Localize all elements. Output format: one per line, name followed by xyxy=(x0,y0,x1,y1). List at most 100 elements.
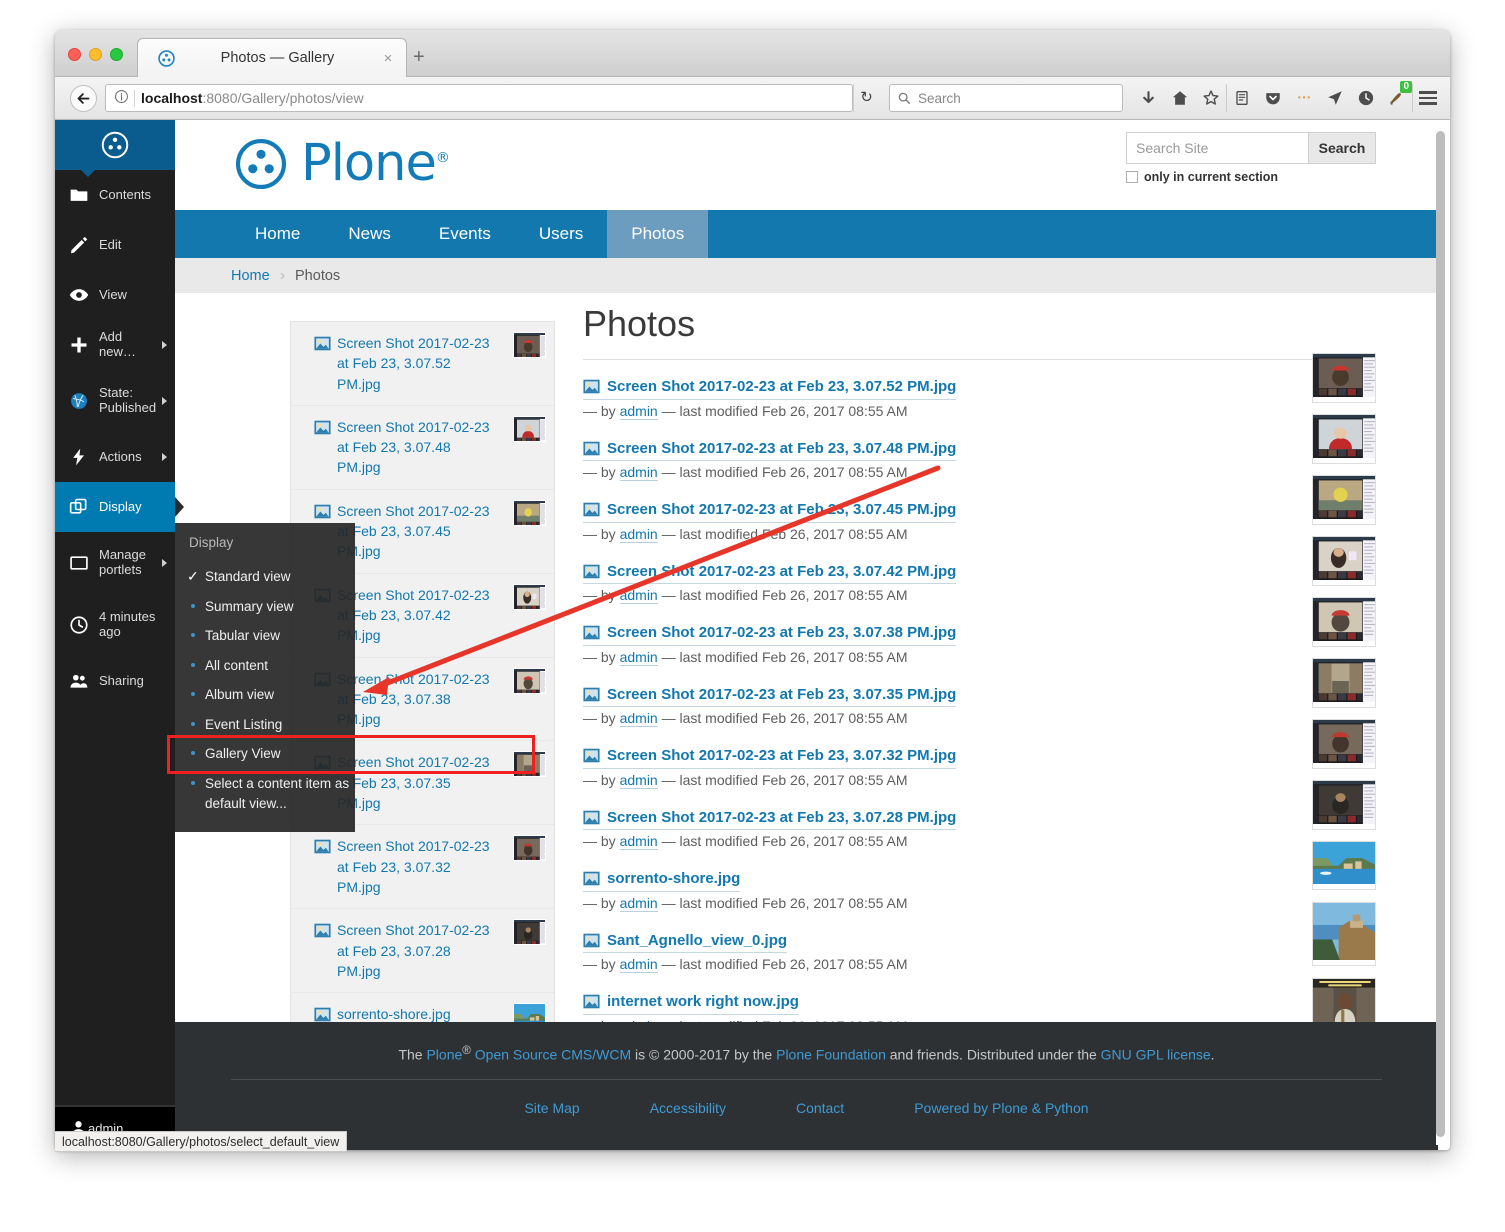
site-search-button[interactable]: Search xyxy=(1308,132,1376,164)
content-item-thumbnail[interactable] xyxy=(1312,353,1376,403)
footer-link-accessibility[interactable]: Accessibility xyxy=(650,1100,726,1116)
content-item-title-link[interactable]: Screen Shot 2017-02-23 at Feb 23, 3.07.4… xyxy=(583,499,957,523)
pocket-icon[interactable] xyxy=(1257,84,1288,112)
plone-toolbar-logo[interactable] xyxy=(55,120,175,177)
toolbar-item-actions[interactable]: Actions xyxy=(55,432,175,482)
content-item-author-link[interactable]: admin xyxy=(619,648,658,666)
back-button[interactable] xyxy=(70,84,97,112)
breadcrumb-item-home[interactable]: Home xyxy=(231,268,270,284)
site-logo[interactable]: Plone® xyxy=(235,134,450,193)
footer-link-site-map[interactable]: Site Map xyxy=(524,1100,579,1116)
nav-item-photos[interactable]: Photos xyxy=(607,210,709,258)
history-icon[interactable] xyxy=(1350,84,1381,112)
content-item-title-link[interactable]: internet work right now.jpg xyxy=(583,991,799,1015)
more-dots-icon[interactable] xyxy=(1288,84,1319,112)
display-menu-item-select-a-content-item-as-default-view[interactable]: Select a content item as default view... xyxy=(175,769,355,818)
close-icon[interactable]: × xyxy=(380,50,396,67)
home-icon[interactable] xyxy=(1164,84,1195,112)
portlet-list-item[interactable]: Screen Shot 2017-02-23 at Feb 23, 3.07.4… xyxy=(291,406,554,490)
footer-link-plone[interactable]: Plone xyxy=(426,1047,462,1063)
nav-item-news[interactable]: News xyxy=(324,210,415,258)
footer-link-foundation[interactable]: Plone Foundation xyxy=(776,1047,886,1063)
content-item-title-link[interactable]: Screen Shot 2017-02-23 at Feb 23, 3.07.3… xyxy=(583,622,957,646)
content-item-author-link[interactable]: admin xyxy=(619,710,658,727)
footer-registered-mark: ® xyxy=(462,1044,471,1057)
content-item-author-link[interactable]: admin xyxy=(619,402,658,420)
close-window-button[interactable] xyxy=(68,48,81,61)
content-item-title-link[interactable]: Screen Shot 2017-02-23 at Feb 23, 3.07.3… xyxy=(583,745,957,769)
display-menu-item-tabular-view[interactable]: Tabular view xyxy=(175,621,355,651)
display-menu-item-summary-view[interactable]: Summary view xyxy=(175,592,355,622)
footer-link-cms[interactable]: Open Source CMS/WCM xyxy=(471,1047,631,1063)
content-item-thumbnail[interactable] xyxy=(1312,536,1376,586)
address-bar[interactable]: localhost:8080/Gallery/photos/view xyxy=(105,84,853,112)
vertical-scrollbar[interactable] xyxy=(1436,123,1445,1145)
toolbar-item-contents[interactable]: Contents xyxy=(55,170,175,220)
extension-icon[interactable]: 0 xyxy=(1381,81,1412,112)
portlet-list-item[interactable]: Screen Shot 2017-02-23 at Feb 23, 3.07.3… xyxy=(291,825,554,910)
toolbar-item-edit[interactable]: Edit xyxy=(55,220,175,270)
content-item-title-link[interactable]: Screen Shot 2017-02-23 at Feb 23, 3.07.3… xyxy=(583,684,957,707)
display-menu-item-album-view[interactable]: Album view xyxy=(175,680,355,710)
bookmark-star-icon[interactable] xyxy=(1195,84,1226,112)
toolbar-item-view[interactable]: View xyxy=(55,270,175,320)
display-menu-item-event-listing[interactable]: Event Listing xyxy=(175,710,355,740)
toolbar-item-display[interactable]: Display xyxy=(55,482,184,532)
reload-icon[interactable]: ↻ xyxy=(853,84,879,112)
content-item-author-link[interactable]: admin xyxy=(619,771,658,789)
menu-icon[interactable] xyxy=(1412,84,1442,112)
only-current-section-checkbox[interactable]: only in current section xyxy=(1126,170,1376,184)
toolbar-item-sharing[interactable]: Sharing xyxy=(55,656,175,706)
display-menu-item-all-content[interactable]: All content xyxy=(175,651,355,681)
display-menu-item-gallery-view[interactable]: Gallery View xyxy=(175,739,355,769)
content-item-title-link[interactable]: sorrento-shore.jpg xyxy=(583,868,741,892)
footer-link-license[interactable]: GNU GPL license xyxy=(1101,1047,1211,1063)
content-item-thumbnail[interactable] xyxy=(1312,780,1376,830)
portlet-list-item[interactable]: Screen Shot 2017-02-23 at Feb 23, 3.07.5… xyxy=(291,322,554,406)
site-search-input[interactable]: Search Site xyxy=(1126,132,1308,164)
maximize-window-button[interactable] xyxy=(110,48,123,61)
toolbar-item-4-minutes-ago[interactable]: 4 minutes ago xyxy=(55,594,175,656)
nav-item-home[interactable]: Home xyxy=(231,210,324,258)
minimize-window-button[interactable] xyxy=(89,48,102,61)
site-navigation: Home News Events Users Photos xyxy=(175,210,1438,258)
content-item-author-link[interactable]: admin xyxy=(619,833,658,850)
toolbar-item-manage-portlets[interactable]: Manage portlets xyxy=(55,532,175,594)
content-item-thumbnail[interactable] xyxy=(1312,414,1376,464)
nav-item-events[interactable]: Events xyxy=(415,210,515,258)
display-menu-item-label: Select a content item as default view... xyxy=(205,775,350,811)
downloads-icon[interactable] xyxy=(1133,84,1164,112)
portlet-list-item[interactable]: Screen Shot 2017-02-23 at Feb 23, 3.07.2… xyxy=(291,909,554,994)
content-item-title-link[interactable]: Screen Shot 2017-02-23 at Feb 23, 3.07.4… xyxy=(583,561,957,584)
content-item-thumbnail[interactable] xyxy=(1312,719,1376,769)
browser-tab[interactable]: Photos — Gallery × xyxy=(137,38,407,77)
nav-item-users[interactable]: Users xyxy=(515,210,607,258)
content-item-author-link[interactable]: admin xyxy=(619,464,658,481)
browser-search-input[interactable]: Search xyxy=(889,84,1123,112)
content-item-thumbnail[interactable] xyxy=(1312,475,1376,525)
footer-link-contact[interactable]: Contact xyxy=(796,1100,844,1116)
site-info-icon[interactable] xyxy=(110,89,132,107)
content-item-title-link[interactable]: Screen Shot 2017-02-23 at Feb 23, 3.07.2… xyxy=(583,807,957,830)
content-item-thumbnail[interactable] xyxy=(1312,841,1376,890)
content-item-author-link[interactable]: admin xyxy=(619,956,658,973)
send-tab-icon[interactable] xyxy=(1319,84,1350,112)
checkbox-box[interactable] xyxy=(1126,171,1138,183)
content-item-thumbnail[interactable] xyxy=(1312,597,1376,647)
content-item-thumbnail[interactable] xyxy=(1312,658,1376,708)
toolbar-item-add-new[interactable]: Add new… xyxy=(55,320,175,370)
new-tab-button[interactable]: + xyxy=(413,47,425,67)
content-item-author-link[interactable]: admin xyxy=(619,525,658,543)
content-item-title-link[interactable]: Screen Shot 2017-02-23 at Feb 23, 3.07.4… xyxy=(583,438,957,461)
content-item-author-link[interactable]: admin xyxy=(619,587,658,604)
bullet-icon xyxy=(191,751,195,756)
content-item-title-link[interactable]: Screen Shot 2017-02-23 at Feb 23, 3.07.5… xyxy=(583,376,957,400)
toolbar-item-state-published[interactable]: State: Published xyxy=(55,370,175,432)
content-item-author-link[interactable]: admin xyxy=(619,894,658,912)
display-menu-item-standard-view[interactable]: ✓ Standard view xyxy=(175,562,355,592)
window-controls[interactable] xyxy=(68,48,123,61)
library-icon[interactable] xyxy=(1226,84,1257,112)
content-item-title-link[interactable]: Sant_Agnello_view_0.jpg xyxy=(583,930,788,953)
content-item-thumbnail[interactable] xyxy=(1312,902,1376,966)
footer-link-powered-by-plone-python[interactable]: Powered by Plone & Python xyxy=(914,1100,1088,1116)
